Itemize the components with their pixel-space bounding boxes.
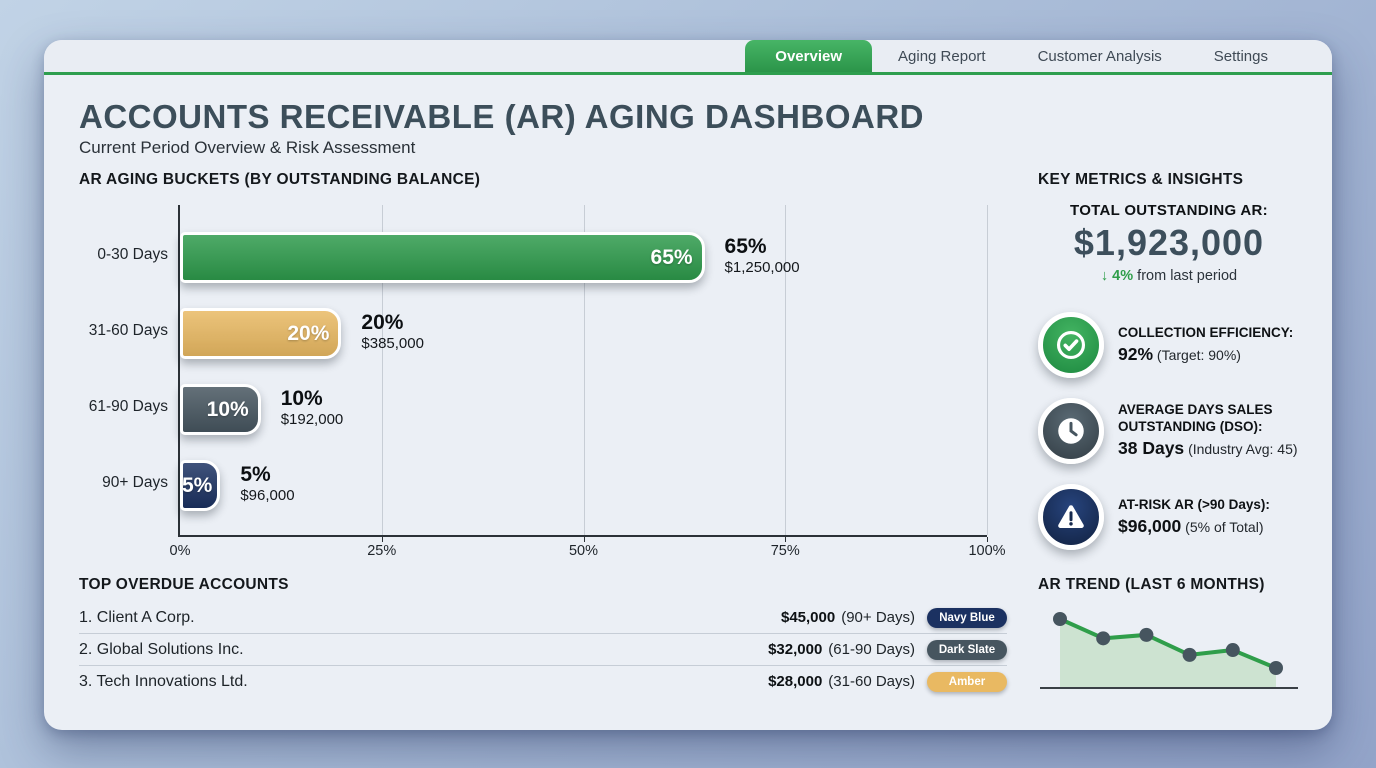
overdue-row: 1. Client A Corp. $45,000 (90+ Days) Nav… <box>79 602 1007 634</box>
bar-inner-pct-label: 20% <box>287 322 338 346</box>
metric-note: (Target: 90%) <box>1157 347 1241 363</box>
tab-customer-analysis[interactable]: Customer Analysis <box>1012 40 1188 72</box>
tab-overview[interactable]: Overview <box>745 40 872 72</box>
x-tick-label: 75% <box>771 543 800 559</box>
account-amount: $45,000 <box>781 609 835 626</box>
bar-category-label: 61-90 Days <box>44 398 168 416</box>
bar-inner-pct-label: 10% <box>207 398 258 422</box>
overdue-section-title: TOP OVERDUE ACCOUNTS <box>79 576 289 594</box>
change-text: from last period <box>1137 268 1237 284</box>
bar-row-31-60: 31-60 Days 20% 20% $385,000 <box>180 308 987 359</box>
callout-amount: $192,000 <box>281 411 344 428</box>
account-name: 2. Global Solutions Inc. <box>79 641 768 659</box>
tick-50 <box>584 537 585 542</box>
metric-at-risk: AT-RISK AR (>90 Days): $96,000 (5% of To… <box>1038 480 1328 554</box>
bar-61-90-days: 10% <box>180 384 261 435</box>
warning-triangle-icon <box>1038 484 1104 550</box>
page-subtitle: Current Period Overview & Risk Assessmen… <box>79 138 415 158</box>
bar-callout: 10% $192,000 <box>281 387 344 428</box>
total-label: TOTAL OUTSTANDING AR: <box>1038 202 1300 219</box>
overdue-row: 3. Tech Innovations Ltd. $28,000 (31-60 … <box>79 666 1007 697</box>
change-percent: 4% <box>1112 268 1133 284</box>
bar-0-30-days: 65% <box>180 232 705 283</box>
bar-row-61-90: 61-90 Days 10% 10% $192,000 <box>180 384 987 435</box>
bar-inner-pct-label: 5% <box>182 474 217 498</box>
tab-settings[interactable]: Settings <box>1188 40 1294 72</box>
account-period: (31-60 Days) <box>828 673 915 690</box>
metric-label: AT-RISK AR (>90 Days): <box>1118 497 1270 514</box>
callout-pct: 65% <box>725 235 800 259</box>
tab-bar: Overview Aging Report Customer Analysis … <box>44 40 1332 75</box>
callout-pct: 20% <box>361 311 424 335</box>
account-name: 3. Tech Innovations Ltd. <box>79 673 768 691</box>
clock-icon <box>1038 398 1104 464</box>
down-arrow-icon: ↓ <box>1101 268 1108 284</box>
x-tick-label: 50% <box>569 543 598 559</box>
bar-category-label: 31-60 Days <box>44 322 168 340</box>
account-period: (90+ Days) <box>841 609 915 626</box>
overdue-row: 2. Global Solutions Inc. $32,000 (61-90 … <box>79 634 1007 666</box>
status-badge: Dark Slate <box>927 640 1007 660</box>
total-value: $1,923,000 <box>1038 222 1300 264</box>
trend-chart <box>1040 603 1300 707</box>
x-tick-label: 0% <box>170 543 191 559</box>
account-period: (61-90 Days) <box>828 641 915 658</box>
bar-callout: 65% $1,250,000 <box>725 235 800 276</box>
metric-note: (5% of Total) <box>1185 519 1263 535</box>
metric-label: COLLECTION EFFICIENCY: <box>1118 325 1293 342</box>
account-name: 1. Client A Corp. <box>79 609 781 627</box>
total-change: ↓ 4% from last period <box>1038 268 1300 284</box>
metric-note: (Industry Avg: 45) <box>1188 441 1297 457</box>
metric-value: $96,000 <box>1118 516 1181 536</box>
trend-section-title: AR TREND (LAST 6 MONTHS) <box>1038 576 1265 594</box>
aging-chart-title: AR AGING BUCKETS (BY OUTSTANDING BALANCE… <box>79 171 480 189</box>
metric-label: AVERAGE DAYS SALES OUTSTANDING (DSO): <box>1118 402 1318 436</box>
metric-value: 92% <box>1118 344 1153 364</box>
status-badge: Navy Blue <box>927 608 1007 628</box>
tick-75 <box>785 537 786 542</box>
bar-category-label: 90+ Days <box>44 474 168 492</box>
metric-collection-efficiency: COLLECTION EFFICIENCY: 92% (Target: 90%) <box>1038 308 1328 382</box>
callout-pct: 5% <box>240 463 294 487</box>
x-tick-label: 25% <box>367 543 396 559</box>
callout-amount: $385,000 <box>361 335 424 352</box>
account-amount: $28,000 <box>768 673 822 690</box>
bar-callout: 20% $385,000 <box>361 311 424 352</box>
x-tick-label: 100% <box>968 543 1005 559</box>
dashboard-card: Overview Aging Report Customer Analysis … <box>44 40 1332 730</box>
tick-25 <box>382 537 383 542</box>
account-amount: $32,000 <box>768 641 822 658</box>
tab-aging-report[interactable]: Aging Report <box>872 40 1012 72</box>
bar-category-label: 0-30 Days <box>44 246 168 264</box>
check-circle-icon <box>1038 312 1104 378</box>
bar-row-90-plus: 90+ Days 5% 5% $96,000 <box>180 460 987 511</box>
callout-amount: $1,250,000 <box>725 259 800 276</box>
overdue-table: 1. Client A Corp. $45,000 (90+ Days) Nav… <box>79 602 1007 697</box>
callout-amount: $96,000 <box>240 487 294 504</box>
bar-31-60-days: 20% <box>180 308 341 359</box>
metric-dso: AVERAGE DAYS SALES OUTSTANDING (DSO): 38… <box>1038 392 1328 470</box>
tick-100 <box>987 537 988 542</box>
bar-inner-pct-label: 65% <box>651 246 702 270</box>
bar-90-plus-days: 5% <box>180 460 220 511</box>
aging-bar-chart: 0-30 Days 65% 65% $1,250,000 31-60 Days … <box>178 205 987 537</box>
callout-pct: 10% <box>281 387 344 411</box>
page-title: ACCOUNTS RECEIVABLE (AR) AGING DASHBOARD <box>79 98 924 136</box>
status-badge: Amber <box>927 672 1007 692</box>
metric-value: 38 Days <box>1118 438 1184 458</box>
total-outstanding-block: TOTAL OUTSTANDING AR: $1,923,000 ↓ 4% fr… <box>1038 202 1300 284</box>
metrics-section-title: KEY METRICS & INSIGHTS <box>1038 171 1243 189</box>
bar-row-0-30: 0-30 Days 65% 65% $1,250,000 <box>180 232 987 283</box>
gridline-100 <box>987 205 988 535</box>
bar-callout: 5% $96,000 <box>240 463 294 504</box>
